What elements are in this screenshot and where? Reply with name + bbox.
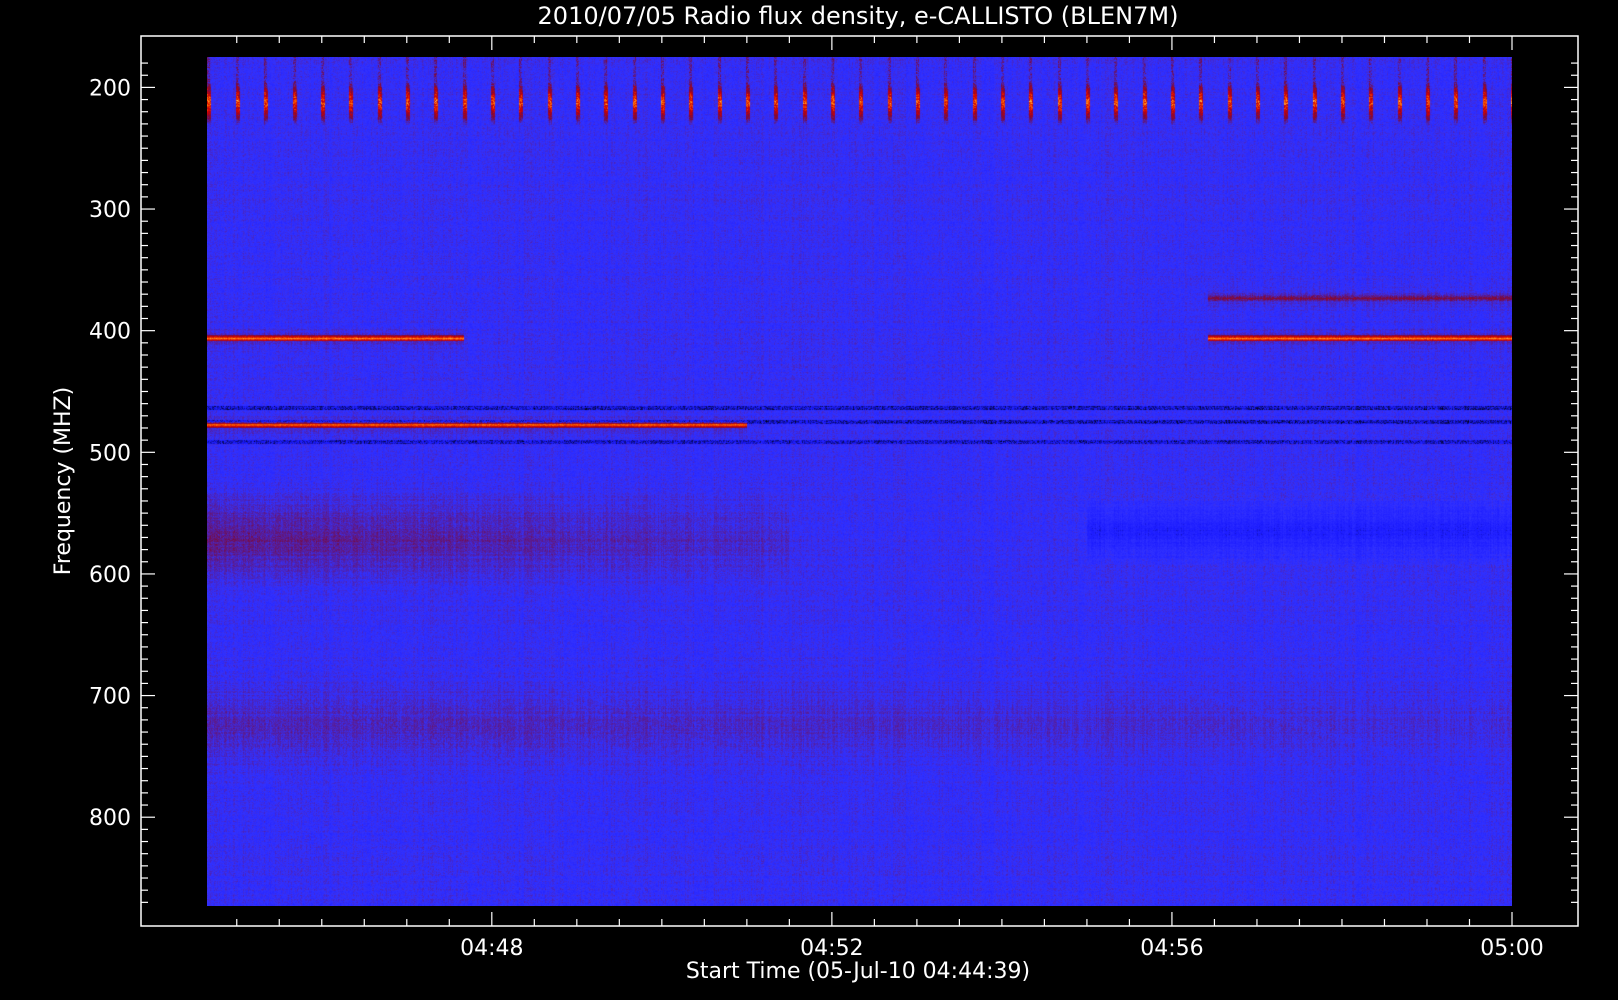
x-tick-label: 04:52 (800, 936, 863, 961)
plot-area (207, 57, 1512, 906)
x-tick-label: 04:48 (460, 936, 523, 961)
x-axis-label: Start Time (05-Jul-10 04:44:39) (686, 959, 1030, 984)
chart-title: 2010/07/05 Radio flux density, e-CALLIST… (538, 2, 1179, 30)
y-tick-label: 800 (89, 806, 131, 831)
y-tick-label: 600 (89, 563, 131, 588)
y-tick-label: 500 (89, 441, 131, 466)
x-tick-label: 04:56 (1140, 936, 1203, 961)
y-tick-label: 400 (89, 320, 131, 345)
spectrogram-heatmap (207, 57, 1512, 906)
y-tick-label: 300 (89, 198, 131, 223)
spectrogram-chart: 2010/07/05 Radio flux density, e-CALLIST… (0, 0, 1618, 1000)
y-tick-label: 700 (89, 685, 131, 710)
y-tick-label: 200 (89, 76, 131, 101)
x-tick-label: 05:00 (1480, 936, 1543, 961)
y-axis-label: Frequency (MHZ) (51, 387, 76, 575)
